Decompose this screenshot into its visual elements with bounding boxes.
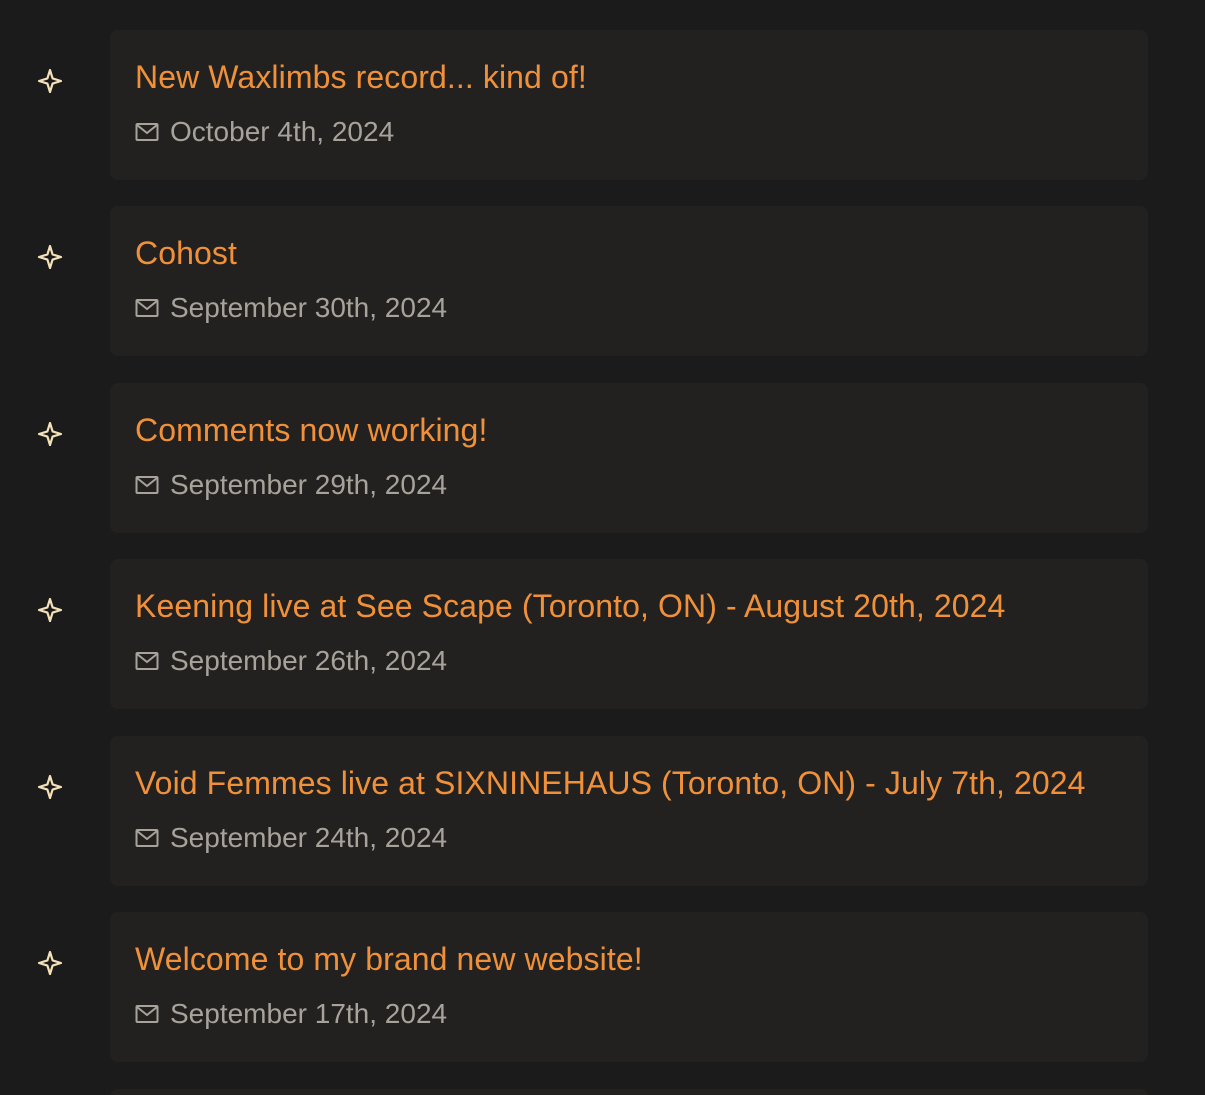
post-card[interactable]: New Waxlimbs record... kind of! October …: [110, 30, 1148, 180]
post-date: September 17th, 2024: [170, 997, 448, 1029]
mail-icon: [135, 298, 159, 318]
four-point-star-icon: [37, 68, 63, 94]
mail-icon: [135, 651, 159, 671]
mail-icon: [135, 122, 159, 142]
post-title-link[interactable]: Void Femmes live at SIXNINEHAUS (Toronto…: [135, 765, 1086, 802]
four-point-star-icon: [37, 244, 63, 270]
post-card[interactable]: Comments now working! September 29th, 20…: [110, 382, 1148, 533]
post-date: October 4th, 2024: [170, 116, 395, 147]
post-feed: New Waxlimbs record... kind of! October …: [0, 30, 1205, 1088]
post-meta: September 30th, 2024: [135, 292, 447, 324]
post-card[interactable]: Void Femmes live at SIXNINEHAUS (Toronto…: [110, 735, 1148, 886]
post-title-link[interactable]: New Waxlimbs record... kind of!: [135, 59, 587, 96]
post-card[interactable]: Keening live at See Scape (Toronto, ON) …: [110, 559, 1148, 710]
four-point-star-icon: [37, 597, 63, 623]
mail-icon: [135, 828, 159, 848]
post-date: September 24th, 2024: [170, 821, 448, 853]
post-list-item: Comments now working! September 29th, 20…: [0, 382, 1205, 533]
post-list-item: New Waxlimbs record... kind of! October …: [0, 30, 1205, 180]
post-date: September 26th, 2024: [170, 645, 448, 677]
post-meta: September 26th, 2024: [135, 645, 447, 677]
post-title-link[interactable]: Comments now working!: [135, 412, 487, 449]
post-list-item: Welcome to my brand new website! Septemb…: [0, 911, 1205, 1062]
post-list-item: Void Femmes live at SIXNINEHAUS (Toronto…: [0, 735, 1205, 886]
post-title-link[interactable]: Welcome to my brand new website!: [135, 941, 643, 978]
mail-icon: [135, 475, 159, 495]
post-meta: September 17th, 2024: [135, 998, 447, 1030]
post-list-item: Cohost September 30th, 2024: [0, 206, 1205, 357]
post-list-item: Keening live at See Scape (Toronto, ON) …: [0, 559, 1205, 710]
mail-icon: [135, 1004, 159, 1024]
post-card[interactable]: Cohost September 30th, 2024: [110, 206, 1148, 357]
four-point-star-icon: [37, 950, 63, 976]
post-title-link[interactable]: Cohost: [135, 235, 237, 272]
four-point-star-icon: [37, 774, 63, 800]
post-card[interactable]: Welcome to my brand new website! Septemb…: [110, 911, 1148, 1062]
post-card-partial[interactable]: [110, 1089, 1148, 1095]
post-meta: September 29th, 2024: [135, 469, 447, 501]
post-date: September 30th, 2024: [170, 292, 448, 324]
post-date: September 29th, 2024: [170, 468, 448, 500]
four-point-star-icon: [37, 421, 63, 447]
post-meta: September 24th, 2024: [135, 822, 447, 854]
post-meta: October 4th, 2024: [135, 116, 394, 148]
post-title-link[interactable]: Keening live at See Scape (Toronto, ON) …: [135, 588, 1005, 625]
